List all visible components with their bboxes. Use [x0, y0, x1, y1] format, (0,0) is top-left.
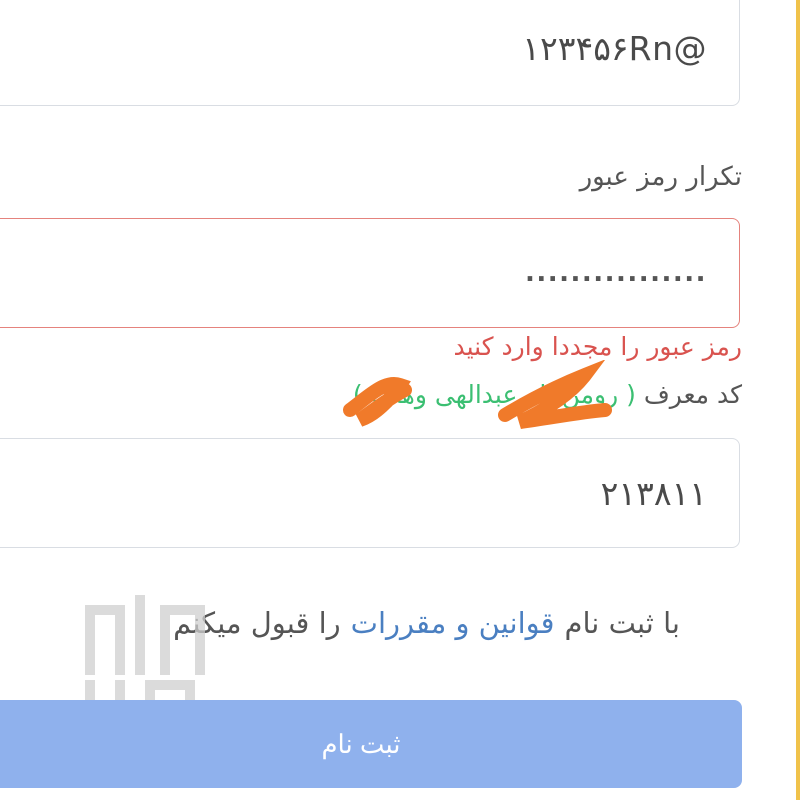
terms-suffix: را قبول میکنم	[173, 606, 341, 640]
submit-label: ثبت نام	[321, 728, 401, 759]
referrer-code-value: ۲۱۳۸۱۱	[600, 473, 707, 513]
password-field[interactable]: ۱۲۳۴۵۶Rn@	[0, 0, 740, 106]
confirm-password-field[interactable]: ................	[0, 218, 740, 328]
password-value: ۱۲۳۴۵۶Rn@	[522, 28, 707, 68]
referrer-code-field[interactable]: ۲۱۳۸۱۱	[0, 438, 740, 548]
confirm-password-error: رمز عبور را مجددا وارد کنید	[453, 332, 742, 361]
confirm-password-masked-value: ................	[524, 258, 707, 288]
referrer-name: ( رومن‌الله عبدالهی وهاب )	[352, 380, 636, 409]
edge-stripe	[796, 0, 800, 800]
terms-link[interactable]: قوانین و مقررات	[351, 606, 555, 640]
confirm-password-label: تکرار رمز عبور	[579, 162, 742, 192]
terms-line: با ثبت نام قوانین و مقررات را قبول میکنم	[173, 606, 680, 640]
registration-form: ۱۲۳۴۵۶Rn@ تکرار رمز عبور ...............…	[0, 0, 800, 800]
submit-register-button[interactable]: ثبت نام	[0, 700, 742, 788]
referrer-label-line: کد معرف ( رومن‌الله عبدالهی وهاب )	[353, 380, 742, 409]
terms-prefix: با ثبت نام	[564, 606, 680, 640]
referrer-label: کد معرف	[643, 380, 742, 409]
